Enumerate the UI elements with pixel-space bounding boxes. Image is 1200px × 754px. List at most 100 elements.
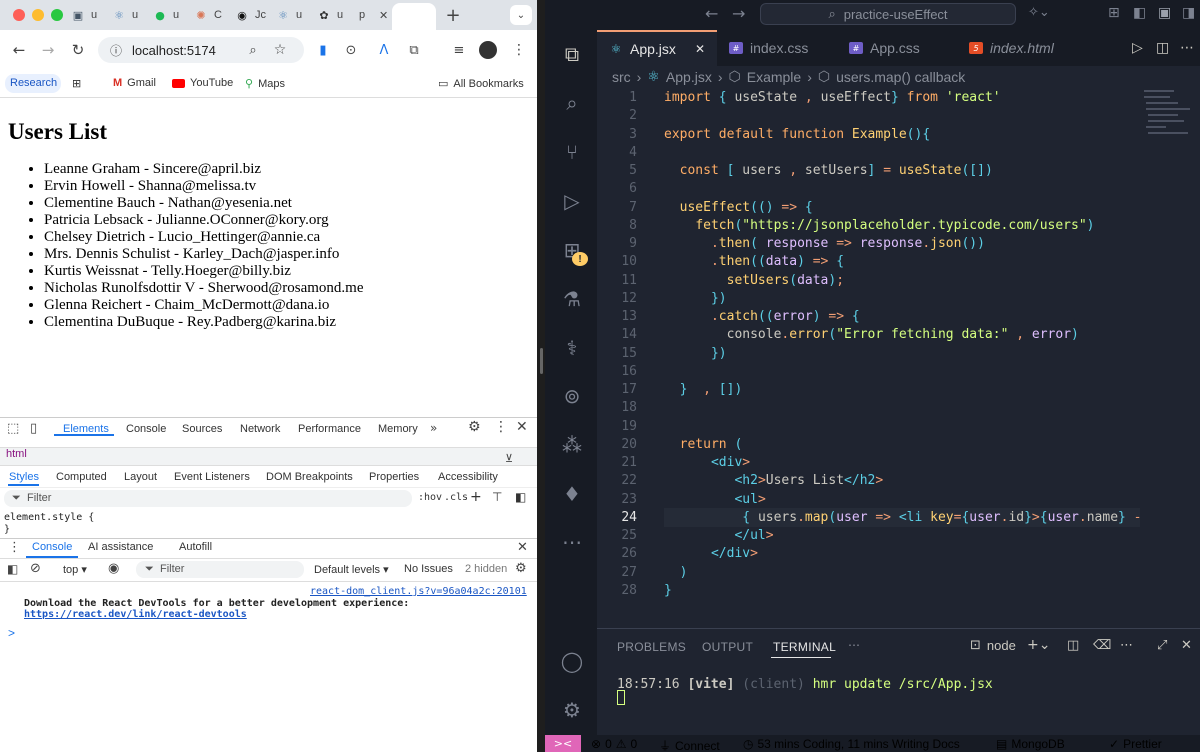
copilot-icon[interactable]: ✧⌄ bbox=[1028, 5, 1050, 20]
more-menu-icon[interactable]: ⋮ bbox=[509, 40, 529, 60]
code-line[interactable]: { users.map(user => <li key={user.id}>{u… bbox=[664, 510, 1173, 525]
terminal-more-icon[interactable]: ⋯ bbox=[1120, 638, 1133, 653]
bookmark-maps[interactable]: ⚲ Maps bbox=[245, 77, 285, 90]
run-file-icon[interactable]: ▷ bbox=[1132, 40, 1143, 56]
extensions-puzzle-icon[interactable]: ⧉ bbox=[404, 40, 424, 60]
code-line[interactable]: .then( response => response.json()) bbox=[664, 236, 985, 251]
browser-tab-3[interactable]: C bbox=[214, 9, 222, 21]
code-line[interactable]: export default function Example(){ bbox=[664, 127, 930, 142]
panel-resize-icon[interactable]: ⊻ bbox=[505, 452, 513, 465]
code-line[interactable]: <div> bbox=[664, 455, 750, 470]
breadcrumb-callback[interactable]: users.map() callback bbox=[836, 69, 965, 85]
hov-toggle[interactable]: :hov bbox=[418, 492, 442, 503]
manage-gear-icon[interactable]: ⚙ bbox=[558, 696, 586, 724]
extension-icon[interactable]: ▮ bbox=[313, 40, 333, 60]
code-line[interactable]: import { useState , useEffect} from 'rea… bbox=[664, 90, 1001, 105]
reload-icon[interactable]: ↻ bbox=[68, 40, 88, 60]
close-tab-icon[interactable]: ✕ bbox=[695, 42, 705, 56]
command-center-search[interactable]: ⌕ practice-useEffect bbox=[760, 3, 1016, 25]
panel-tab-problems[interactable]: PROBLEMS bbox=[617, 640, 686, 654]
coding-time-status[interactable]: ◷ 53 mins Coding, 11 mins Writing Docs bbox=[743, 737, 960, 751]
bookmark-youtube[interactable]: YouTube bbox=[172, 77, 233, 89]
mongodb-leaf-icon[interactable]: ♦ bbox=[558, 480, 586, 508]
clear-console-icon[interactable]: ⊘ bbox=[30, 561, 41, 576]
browser-tab-4[interactable]: Jc bbox=[255, 9, 266, 21]
drawer-menu-icon[interactable]: ⋮ bbox=[8, 540, 21, 555]
devtools-tab-sources[interactable]: Sources bbox=[182, 423, 222, 435]
connect-status[interactable]: ⏚ Connect bbox=[659, 737, 720, 754]
styles-tab-styles[interactable]: Styles bbox=[9, 471, 39, 483]
devtools-tab-console[interactable]: Console bbox=[126, 423, 166, 435]
split-divider-handle[interactable] bbox=[540, 348, 543, 374]
console-settings-gear-icon[interactable]: ⚙ bbox=[515, 561, 527, 576]
drawer-tab-console[interactable]: Console bbox=[32, 541, 72, 553]
log-levels-dropdown[interactable]: Default levels ▾ bbox=[314, 563, 389, 576]
code-line[interactable]: .then((data) => { bbox=[664, 254, 844, 269]
close-panel-icon[interactable]: ✕ bbox=[1181, 638, 1192, 653]
more-tabs-icon[interactable]: » bbox=[430, 421, 437, 435]
accounts-icon[interactable]: ◯ bbox=[558, 647, 586, 675]
drawer-tab-ai-assistance[interactable]: AI assistance bbox=[88, 541, 153, 553]
browser-tab-0[interactable]: u bbox=[91, 9, 97, 21]
zoom-icon[interactable]: ⌕ bbox=[243, 40, 263, 60]
split-divider[interactable] bbox=[537, 0, 545, 752]
code-line[interactable]: </div> bbox=[664, 546, 758, 561]
panel-more-icon[interactable]: ⋯ bbox=[848, 638, 860, 652]
panel-tab-output[interactable]: OUTPUT bbox=[702, 640, 753, 654]
styles-tab-properties[interactable]: Properties bbox=[369, 471, 419, 483]
devtools-menu-icon[interactable]: ⋮ bbox=[494, 419, 508, 435]
tab-app-jsx[interactable]: ⚛ App.jsx ✕ bbox=[597, 30, 717, 66]
camera-icon[interactable]: ⊙ bbox=[341, 40, 361, 60]
code-line[interactable]: useEffect(() => { bbox=[664, 200, 813, 215]
browser-tab-6[interactable]: u bbox=[337, 9, 343, 21]
browser-tab-1[interactable]: u bbox=[132, 9, 138, 21]
problems-status[interactable]: ⊗ 0 ⚠ 0 bbox=[591, 737, 637, 751]
console-prompt[interactable]: > bbox=[8, 626, 15, 640]
breadcrumb-function[interactable]: Example bbox=[747, 69, 801, 85]
styles-tab-computed[interactable]: Computed bbox=[56, 471, 107, 483]
close-tab-icon[interactable]: ✕ bbox=[379, 9, 388, 22]
html-crumb[interactable]: html bbox=[6, 448, 27, 460]
close-devtools-icon[interactable]: ✕ bbox=[516, 419, 528, 435]
prettier-status[interactable]: ✓ Prettier bbox=[1109, 737, 1162, 751]
site-info-icon[interactable]: ⓘ bbox=[106, 40, 126, 60]
nav-back-icon[interactable]: ← bbox=[705, 4, 718, 23]
panel-tab-terminal[interactable]: TERMINAL bbox=[773, 640, 836, 654]
zoom-window-button[interactable] bbox=[51, 9, 63, 21]
devtools-tab-network[interactable]: Network bbox=[240, 423, 280, 435]
python-icon[interactable]: ⚕ bbox=[558, 334, 586, 362]
sidebar-toggle-icon[interactable]: ◧ bbox=[515, 490, 526, 504]
bookmark-star-icon[interactable]: ☆ bbox=[270, 40, 290, 60]
toggle-secondary-sidebar-icon[interactable]: ◨ bbox=[1182, 5, 1195, 21]
tab-index-html[interactable]: 5 index.html bbox=[957, 30, 1077, 66]
browser-tab-7[interactable]: p bbox=[359, 9, 365, 21]
code-line[interactable]: <ul> bbox=[664, 492, 765, 507]
breadcrumb-src[interactable]: src bbox=[612, 69, 631, 85]
git-graph-icon[interactable]: ⊚ bbox=[558, 382, 586, 410]
devtools-tab-memory[interactable]: Memory bbox=[378, 423, 418, 435]
media-control-icon[interactable]: ≡ bbox=[449, 40, 469, 60]
terminal-selector[interactable]: ⊡ node bbox=[970, 638, 1016, 653]
profile-avatar[interactable] bbox=[479, 41, 497, 59]
search-icon[interactable]: ⌕ bbox=[558, 89, 586, 117]
back-arrow-icon[interactable]: ← bbox=[9, 40, 29, 60]
styles-filter-input[interactable] bbox=[4, 490, 412, 507]
all-bookmarks[interactable]: ▭ All Bookmarks bbox=[438, 77, 524, 90]
bookmark-research[interactable]: Research bbox=[10, 77, 57, 89]
terminal-cursor[interactable] bbox=[617, 690, 625, 705]
code-line[interactable]: const [ users , setUsers] = useState([]) bbox=[664, 163, 993, 178]
code-line[interactable]: ) bbox=[664, 565, 688, 580]
device-toolbar-icon[interactable]: ▯ bbox=[30, 421, 37, 436]
browser-tab-5[interactable]: u bbox=[296, 9, 302, 21]
customize-layout-icon[interactable]: ⊞ bbox=[1108, 5, 1120, 21]
paint-brush-icon[interactable]: ⊤ bbox=[492, 490, 502, 504]
ai-extension-icon[interactable]: Λ bbox=[374, 40, 394, 60]
code-line[interactable]: }) bbox=[664, 346, 727, 361]
minimize-window-button[interactable] bbox=[32, 9, 44, 21]
minimap[interactable] bbox=[1140, 88, 1200, 628]
remote-indicator-icon[interactable]: >< bbox=[545, 735, 581, 752]
react-devtools-link[interactable]: https://react.dev/link/react-devtools bbox=[24, 609, 247, 620]
explorer-files-icon[interactable]: ⧉ bbox=[558, 40, 586, 68]
active-browser-tab[interactable] bbox=[392, 3, 436, 30]
mongodb-status[interactable]: ▤ MongoDB bbox=[996, 737, 1065, 751]
